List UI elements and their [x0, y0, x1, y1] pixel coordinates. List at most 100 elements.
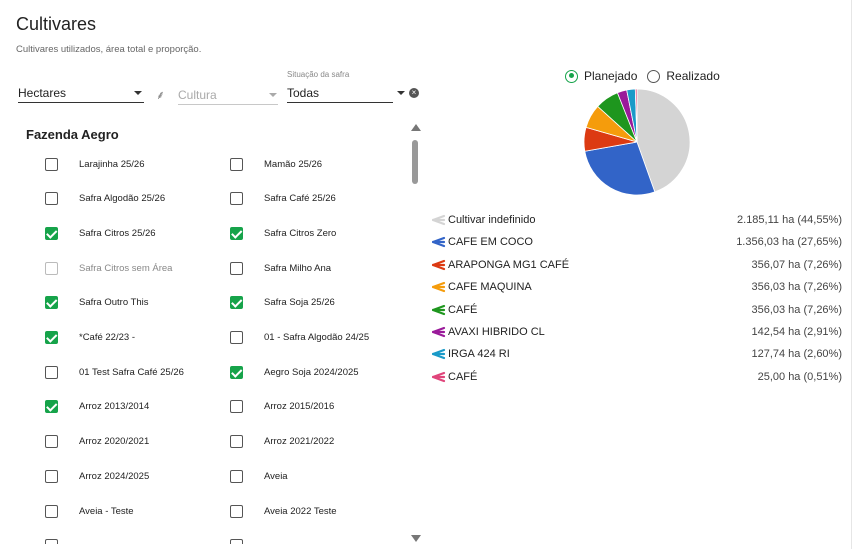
crop-label: Mamão 25/26 — [264, 158, 323, 170]
radio-planejado[interactable]: Planejado — [565, 69, 637, 83]
crop-checkbox[interactable] — [230, 157, 243, 171]
crop-checkbox[interactable] — [45, 435, 58, 449]
crop-checkbox[interactable] — [45, 504, 58, 518]
radio-realizado[interactable]: Realizado — [647, 69, 720, 83]
crop-item[interactable]: Aveia — [230, 466, 288, 486]
crop-checkbox[interactable] — [230, 539, 243, 544]
crop-item[interactable]: Aveia - Teste — [45, 501, 134, 521]
crop-item[interactable]: Arroz 2015/2016 — [230, 397, 334, 417]
crop-item[interactable] — [45, 536, 79, 544]
clear-icon[interactable]: × — [409, 88, 419, 98]
legend-item: Cultivar indefinido 2.185,11 ha (44,55%) — [432, 210, 842, 230]
crop-item[interactable]: Arroz 2020/2021 — [45, 432, 149, 452]
legend-value: 1.356,03 ha (27,65%) — [736, 236, 842, 249]
crop-item[interactable]: Aegro Soja 2024/2025 — [230, 362, 359, 382]
crop-item[interactable]: Larajinha 25/26 — [45, 154, 145, 174]
culture-select-placeholder: Cultura — [178, 88, 217, 102]
crop-item[interactable]: 01 Test Safra Café 25/26 — [45, 362, 184, 382]
cultivar-icon — [432, 371, 446, 382]
cultivar-icon — [432, 349, 446, 360]
radio-circle[interactable] — [565, 69, 578, 83]
crop-checkbox[interactable] — [230, 331, 243, 344]
crop-item[interactable]: Safra Café 25/26 — [230, 189, 336, 209]
crop-label: 01 - Safra Algodão 24/25 — [264, 332, 370, 343]
cultivar-icon — [432, 214, 446, 226]
crop-item[interactable]: Safra Citros 25/26 — [45, 223, 156, 243]
crop-label: Larajinha 25/26 — [79, 158, 145, 170]
crop-checkbox[interactable] — [45, 261, 58, 275]
crop-label: Aegro Soja 2024/2025 — [264, 366, 359, 378]
crop-item[interactable]: Safra Citros Zero — [230, 223, 336, 243]
radio-planejado-label: Planejado — [584, 69, 638, 83]
crop-item[interactable]: Mamão 25/26 — [230, 154, 322, 174]
crop-checkbox[interactable] — [230, 296, 243, 310]
legend-name: CAFE MAQUINA — [448, 281, 532, 294]
crop-item[interactable]: Safra Milho Ana — [230, 258, 331, 278]
cultivar-pie-chart — [583, 88, 691, 196]
crop-item[interactable]: Safra Outro This — [45, 293, 149, 313]
legend-value: 356,07 ha (7,26%) — [751, 258, 842, 271]
cultivar-icon — [432, 326, 446, 338]
scroll-up-icon[interactable] — [411, 124, 421, 131]
crop-checkbox[interactable] — [45, 400, 58, 414]
legend-name: AVAXI HIBRIDO CL — [448, 326, 545, 338]
chevron-down-icon — [397, 91, 405, 95]
crop-item[interactable]: Safra Citros sem Área — [45, 258, 172, 278]
crop-item[interactable]: Safra Soja 25/26 — [230, 293, 335, 313]
crop-item[interactable]: *Café 22/23 - — [45, 328, 135, 348]
crop-checkbox[interactable] — [230, 365, 243, 379]
legend-item: CAFÉ 356,03 ha (7,26%) — [432, 300, 842, 320]
crop-checkbox[interactable] — [230, 435, 243, 449]
crop-label: Arroz 2021/2022 — [264, 436, 335, 448]
legend-item: CAFE MAQUINA 356,03 ha (7,26%) — [432, 277, 842, 297]
crop-item[interactable]: Safra Algodão 25/26 — [45, 189, 165, 209]
crop-item[interactable]: 01 - Safra Algodão 24/25 — [230, 328, 369, 348]
page-title: Cultivares — [16, 14, 97, 34]
unit-select[interactable]: Hectares — [18, 70, 144, 104]
crop-checkbox[interactable] — [230, 504, 243, 518]
scrollbar-thumb[interactable] — [412, 140, 418, 184]
legend-item: CAFE EM COCO 1.356,03 ha (27,65%) — [432, 232, 842, 252]
crop-item[interactable] — [230, 536, 264, 544]
scroll-down-icon[interactable] — [411, 535, 421, 542]
crop-item[interactable]: Aveia 2022 Teste — [230, 501, 337, 521]
crop-item[interactable]: Arroz 2021/2022 — [230, 432, 334, 452]
page-subtitle: Cultivares utilizados, área total e prop… — [16, 44, 202, 55]
season-status-value: Todas — [287, 86, 320, 100]
crop-label: Safra Citros Zero — [264, 227, 337, 239]
crop-label: Arroz 2024/2025 — [79, 470, 150, 482]
crop-label: Aveia 2022 Teste — [264, 505, 337, 517]
scrollbar[interactable] — [409, 124, 421, 542]
legend-value: 127,74 ha (2,60%) — [751, 348, 842, 361]
crop-checkbox[interactable] — [45, 365, 58, 379]
unit-select-value: Hectares — [18, 86, 67, 100]
season-status-select[interactable]: Situação da safra Todas — [287, 70, 407, 104]
legend-item: AVAXI HIBRIDO CL 142,54 ha (2,91%) — [432, 322, 842, 342]
crop-checkbox[interactable] — [230, 192, 243, 206]
crop-checkbox[interactable] — [45, 539, 58, 544]
radio-circle[interactable] — [647, 69, 661, 83]
crop-label: Arroz 2013/2014 — [79, 401, 150, 413]
crop-checkbox[interactable] — [230, 400, 243, 414]
crop-checkbox[interactable] — [45, 226, 58, 240]
crop-checkbox[interactable] — [230, 226, 243, 240]
crop-checkbox[interactable] — [45, 331, 58, 344]
cultivares-panel: Cultivares Cultivares utilizados, área t… — [0, 0, 852, 549]
crop-checkbox-list: Larajinha 25/26 Mamão 25/26 Safra Algodão … — [40, 150, 410, 544]
crop-checkbox[interactable] — [230, 261, 243, 275]
crop-checkbox[interactable] — [45, 469, 58, 483]
crop-checkbox[interactable] — [45, 192, 58, 206]
crop-label: Arroz 2020/2021 — [79, 436, 150, 448]
crop-label: Safra Citros sem Área — [79, 262, 173, 274]
cultivar-icon — [432, 282, 446, 293]
crop-checkbox[interactable] — [230, 469, 243, 483]
legend-name: ARAPONGA MG1 CAFÉ — [448, 258, 570, 271]
season-status-label: Situação da safra — [287, 70, 350, 79]
culture-select[interactable]: Cultura — [178, 72, 278, 106]
crop-checkbox[interactable] — [45, 157, 58, 171]
crop-checkbox[interactable] — [45, 296, 58, 310]
crop-item[interactable]: Arroz 2013/2014 — [45, 397, 149, 417]
crop-label: Safra Milho Ana — [264, 262, 332, 274]
legend-item: CAFÉ 25,00 ha (0,51%) — [432, 367, 842, 387]
crop-item[interactable]: Arroz 2024/2025 — [45, 466, 149, 486]
